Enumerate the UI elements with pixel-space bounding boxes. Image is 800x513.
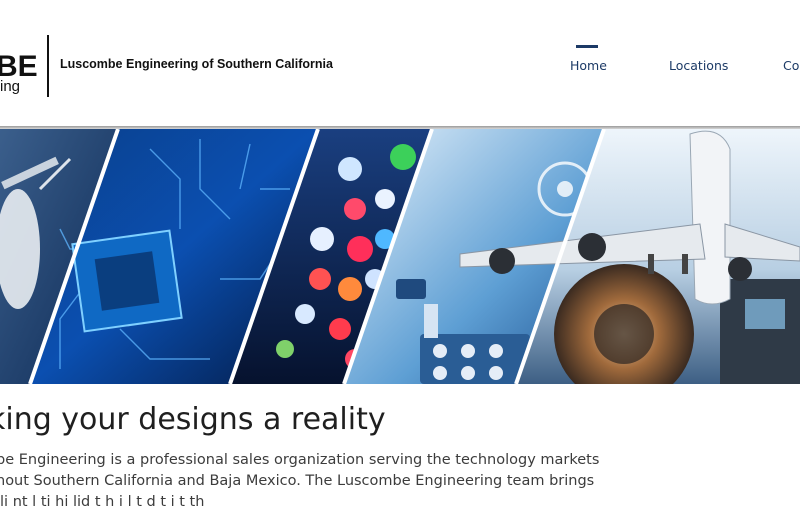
logo-divider [47, 35, 49, 97]
site-header: BE ing Luscombe Engineering of Southern … [0, 0, 800, 127]
nav-item-locations[interactable]: Locations [669, 58, 728, 73]
nav-item-home[interactable]: Home [570, 58, 607, 73]
intro-paragraph: be Engineering is a professional sales o… [0, 450, 600, 513]
intro-paragraph-line: hout Southern California and Baja Mexico… [0, 473, 595, 489]
nav-active-indicator [576, 45, 598, 48]
company-name[interactable]: Luscombe Engineering of Southern Califor… [60, 57, 333, 71]
intro-paragraph-line: be Engineering is a professional sales o… [0, 452, 600, 468]
nav-item-contact[interactable]: Co [783, 58, 799, 73]
hero-collage-image [0, 129, 800, 384]
page-headline: king your designs a reality [0, 402, 386, 437]
hero-banner [0, 129, 800, 384]
logo-subtext[interactable]: ing [0, 78, 20, 96]
intro-paragraph-line: lli nt l ti hi lid t h i l t d t i t th [0, 494, 205, 510]
